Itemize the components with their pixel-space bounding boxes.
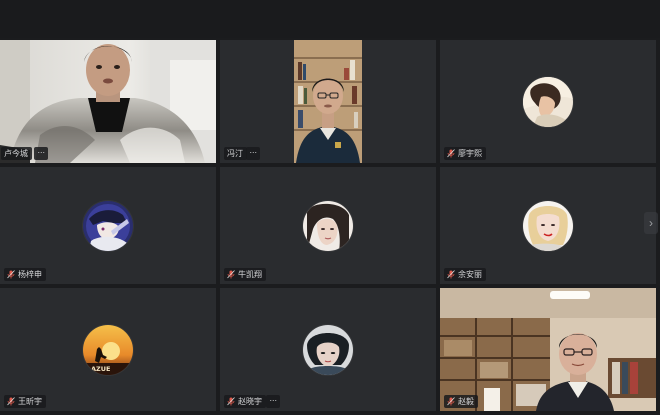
- participant-nameplate: 冯汀: [224, 147, 247, 160]
- mic-muted-icon: [7, 270, 15, 279]
- participant-name: 卢今城: [4, 149, 28, 158]
- video-frame-man-office: [440, 288, 656, 411]
- video-frame-girl: [0, 40, 216, 163]
- participant-name: 冯汀: [227, 149, 243, 158]
- participant-video: [0, 40, 216, 163]
- participant-avatar: [523, 76, 573, 127]
- participant-tile[interactable]: 廖宇熙: [440, 40, 656, 163]
- mic-muted-icon: [447, 270, 455, 279]
- avatar-image: [303, 324, 353, 375]
- participant-nameplate: 赵晓宇: [224, 395, 266, 408]
- participant-name: 赵毅: [458, 397, 474, 406]
- participant-name: 王昕宇: [18, 397, 42, 406]
- mic-muted-icon: [227, 397, 235, 406]
- avatar-image: [83, 200, 133, 251]
- participant-nameplate: 卢今城: [1, 147, 32, 160]
- participant-tile[interactable]: 赵毅: [440, 288, 656, 411]
- mic-muted-icon: [7, 397, 15, 406]
- participant-tile[interactable]: AZUE 王昕宇: [0, 288, 216, 411]
- avatar-image: [523, 200, 573, 251]
- participant-tile[interactable]: 杨梓申: [0, 167, 216, 284]
- participant-name: 廖宇熙: [458, 149, 482, 158]
- top-bar: [0, 0, 660, 38]
- participant-nameplate: 杨梓申: [4, 268, 46, 281]
- participant-video: [220, 40, 436, 163]
- mic-muted-icon: [447, 397, 455, 406]
- participant-nameplate: 赵毅: [444, 395, 478, 408]
- participant-name: 杨梓申: [18, 270, 42, 279]
- participant-name: 余安丽: [458, 270, 482, 279]
- avatar-image: [303, 200, 353, 251]
- participant-name: 赵晓宇: [238, 397, 262, 406]
- participant-nameplate: 牛凯翔: [224, 268, 266, 281]
- participant-avatar: [83, 200, 133, 251]
- participant-tile[interactable]: 卢今城 ···: [0, 40, 216, 163]
- participant-avatar: [523, 200, 573, 251]
- participant-tile[interactable]: 冯汀 ···: [220, 40, 436, 163]
- participant-tile[interactable]: 余安丽: [440, 167, 656, 284]
- mic-muted-icon: [227, 270, 235, 279]
- participant-video: [440, 288, 656, 411]
- more-options-button[interactable]: ···: [246, 147, 260, 160]
- participant-avatar: [303, 200, 353, 251]
- more-options-button[interactable]: ···: [34, 147, 48, 160]
- participant-grid: 卢今城 ··· 冯汀 ··· 廖宇熙 杨梓申 牛凯翔 余安丽 AZUE 王昕宇 …: [0, 38, 660, 415]
- avatar-image: [523, 76, 573, 127]
- participant-nameplate: 廖宇熙: [444, 147, 486, 160]
- participant-avatar: [303, 324, 353, 375]
- participant-nameplate: 余安丽: [444, 268, 486, 281]
- participant-tile[interactable]: 赵晓宇 ···: [220, 288, 436, 411]
- video-meeting-window: 卢今城 ··· 冯汀 ··· 廖宇熙 杨梓申 牛凯翔 余安丽 AZUE 王昕宇 …: [0, 0, 660, 415]
- avatar-image: AZUE: [83, 324, 133, 375]
- participant-nameplate: 王昕宇: [4, 395, 46, 408]
- mic-muted-icon: [447, 149, 455, 158]
- video-frame-man-bookshelf: [220, 40, 436, 163]
- participant-avatar: AZUE: [83, 324, 133, 375]
- more-options-button[interactable]: ···: [266, 395, 280, 408]
- participant-tile[interactable]: 牛凯翔: [220, 167, 436, 284]
- next-page-button[interactable]: ›: [644, 212, 658, 234]
- avatar-badge-text: AZUE: [91, 365, 110, 373]
- participant-name: 牛凯翔: [238, 270, 262, 279]
